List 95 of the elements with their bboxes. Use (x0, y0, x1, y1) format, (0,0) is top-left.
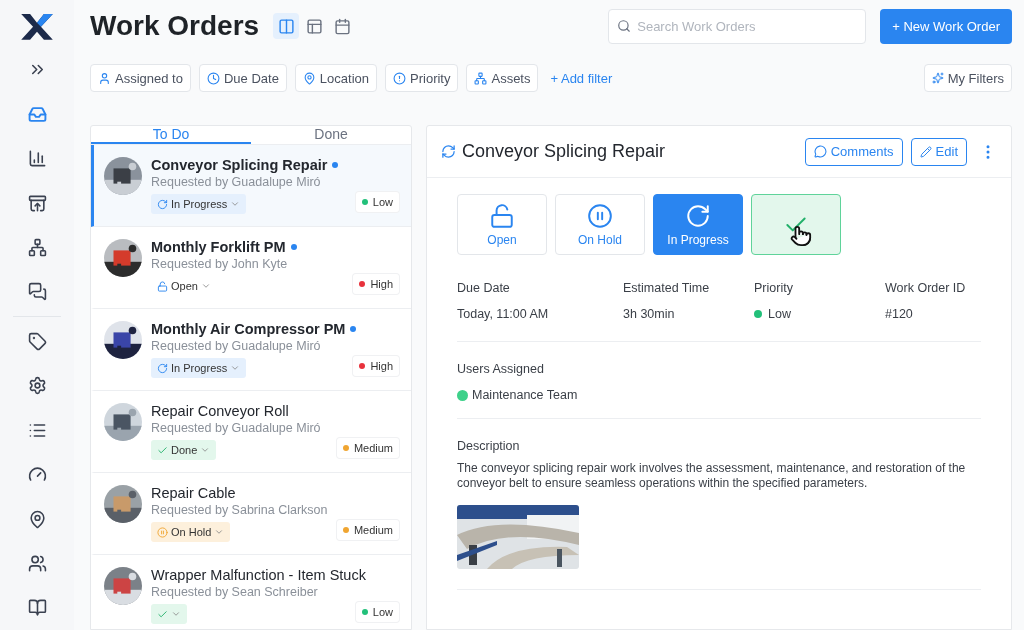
map-pin-icon (302, 71, 316, 85)
search-field[interactable]: Search Work Orders (608, 8, 867, 44)
requester-text: Requested by Guadalupe Miró (151, 339, 322, 353)
priority-tag: Medium (336, 520, 399, 540)
hierarchy-icon[interactable] (27, 238, 47, 257)
unread-dot (290, 244, 297, 250)
speech-bubble-icon (813, 145, 827, 158)
search-icon (617, 18, 632, 33)
work-order-title: Monthly Air Compressor PM (151, 321, 346, 337)
refresh-icon (685, 202, 711, 229)
field-value: #120 (885, 307, 913, 321)
field-value: Low (754, 307, 791, 321)
caret-icon (230, 199, 241, 209)
status-button[interactable]: Open (457, 194, 547, 255)
requester-text: Requested by Guadalupe Miró (151, 175, 322, 189)
user-name: Maintenance Team (472, 388, 578, 402)
page-title: Work Orders (90, 10, 260, 42)
archive-icon[interactable] (27, 193, 47, 213)
add-filter-link[interactable]: + Add filter (546, 70, 617, 86)
section-heading: Description (457, 439, 520, 453)
users-icon[interactable] (27, 553, 47, 573)
user-avatar (457, 389, 468, 401)
alert-icon (393, 71, 406, 85)
check-icon (157, 608, 168, 620)
status-button[interactable]: On Hold (555, 194, 645, 255)
section-heading: Users Assigned (457, 362, 544, 376)
settings-icon[interactable] (27, 376, 47, 396)
pencil-icon (919, 145, 932, 158)
refresh-icon (441, 144, 456, 159)
work-order-title: Wrapper Malfunction - Item Stuck (151, 567, 366, 583)
user-icon (98, 71, 111, 85)
unread-dot (350, 326, 357, 332)
requester-text: Requested by Sean Schreiber (151, 585, 319, 599)
requester-text: Requested by John Kyte (151, 257, 289, 271)
logo-icon[interactable] (19, 12, 55, 42)
field-label: Estimated Time (623, 281, 710, 295)
filter-chip[interactable]: Due Date (198, 64, 287, 92)
status-button[interactable] (751, 194, 841, 255)
filter-chip[interactable]: Assigned to (90, 64, 191, 92)
comments-button[interactable]: Comments (804, 137, 903, 166)
priority-tag: High (353, 274, 399, 294)
filter-chip[interactable]: Assets (466, 64, 539, 92)
hierarchy-icon (474, 71, 488, 85)
description-text: The conveyor splicing repair work involves the assessment, maintenance, and restoration of the conveyor belt to ensure seamless operations within the specified parameters. (457, 461, 967, 491)
bar-chart-icon[interactable] (27, 149, 47, 169)
priority-tag: Low (355, 192, 399, 212)
detail-title: Conveyor Splicing Repair (462, 141, 666, 162)
pause-icon (157, 526, 168, 538)
list-tab[interactable]: Done (251, 126, 411, 144)
field-label: Work Order ID (885, 281, 966, 295)
map-pin-icon[interactable] (27, 509, 47, 529)
work-order-title: Conveyor Splicing Repair (151, 157, 328, 173)
columns-icon[interactable] (273, 13, 300, 39)
status-dropdown[interactable]: On Hold (151, 522, 231, 542)
field-value: Today, 11:00 AM (457, 307, 549, 321)
status-dropdown[interactable]: Done (151, 440, 217, 460)
field-label: Due Date (457, 281, 510, 295)
unlock-icon (489, 202, 515, 229)
tag-icon[interactable] (27, 331, 47, 351)
status-button[interactable]: In Progress (653, 194, 743, 255)
check-icon (157, 444, 168, 456)
my-filters-button[interactable]: My Filters (923, 64, 1012, 92)
caret-icon (200, 445, 211, 455)
status-dropdown[interactable]: In Progress (151, 194, 247, 214)
status-dropdown[interactable]: In Progress (151, 358, 247, 378)
refresh-icon (157, 362, 168, 374)
field-value: 3h 30min (623, 307, 675, 321)
work-order-title: Repair Cable (151, 485, 236, 501)
caret-icon (171, 609, 181, 619)
requester-text: Requested by Guadalupe Miró (151, 421, 322, 435)
caret-icon (200, 281, 211, 291)
work-order-title: Monthly Forklift PM (151, 239, 286, 255)
filter-chip[interactable]: Location (294, 64, 377, 92)
new-work-order-button[interactable]: + New Work Order (880, 8, 1012, 44)
requester-text: Requested by Sabrina Clarkson (151, 503, 329, 517)
sparkle-icon (931, 72, 944, 84)
field-label: Priority (754, 281, 793, 295)
work-order-title: Repair Conveyor Roll (151, 403, 289, 419)
priority-tag: High (353, 356, 399, 376)
unread-dot (332, 162, 339, 168)
book-icon[interactable] (27, 598, 47, 618)
pause-icon (587, 202, 613, 229)
edit-button[interactable]: Edit (910, 137, 967, 166)
unlock-icon (157, 280, 168, 292)
clock-icon (206, 71, 220, 85)
hand-cursor-icon (790, 225, 812, 247)
work-order-item[interactable]: Conveyor Splicing Repair Requested by Guadalupe Miró In Progress Low (91, 145, 411, 227)
inbox-icon[interactable] (27, 104, 47, 124)
caret-icon (230, 363, 241, 373)
chat-bubbles-icon[interactable] (27, 282, 47, 302)
priority-tag: Low (355, 602, 399, 622)
priority-tag: Medium (336, 438, 399, 458)
filter-chip[interactable]: Priority (385, 64, 459, 92)
caret-icon (214, 527, 225, 537)
refresh-icon (157, 198, 168, 210)
